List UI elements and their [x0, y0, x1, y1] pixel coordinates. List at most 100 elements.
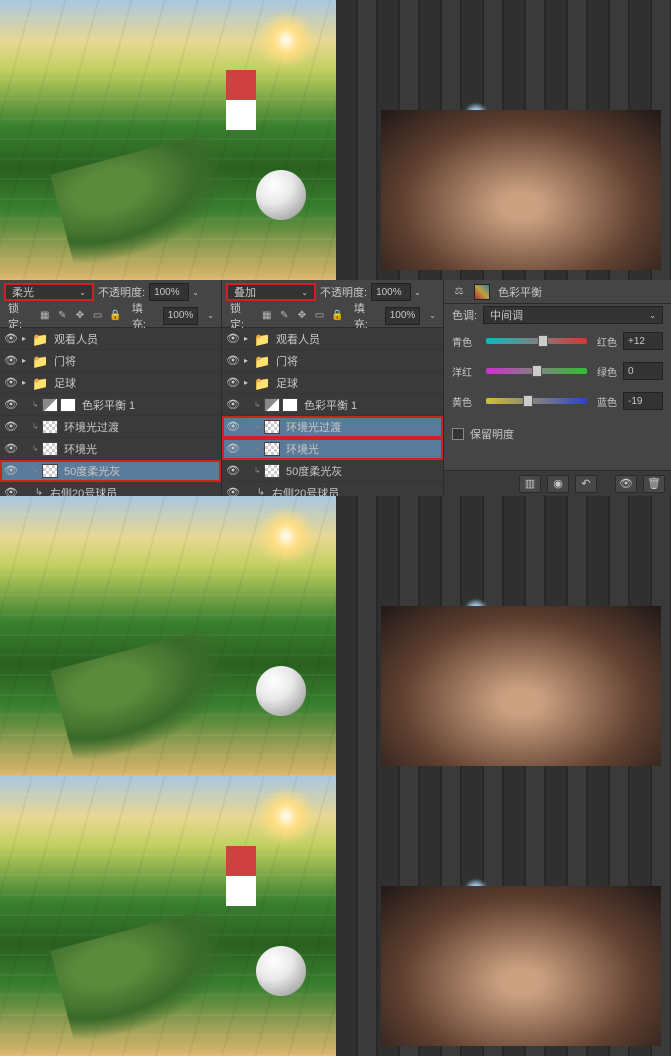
visibility-eye-icon[interactable]: 👁 — [4, 376, 18, 390]
reset-button[interactable]: ↶ — [575, 475, 597, 493]
opacity-input[interactable]: 100% — [371, 283, 411, 301]
chevron-down-icon[interactable]: ⌄ — [204, 311, 217, 320]
layer-name[interactable]: 环境光 — [286, 441, 319, 457]
layer-row[interactable]: 👁▸📁观看人员 — [0, 328, 221, 350]
visibility-eye-icon[interactable]: 👁 — [226, 442, 240, 456]
layer-row[interactable]: 👁↳色彩平衡 1 — [0, 394, 221, 416]
canvas-stadium[interactable] — [0, 0, 336, 280]
preserve-luminosity-checkbox[interactable] — [452, 428, 464, 440]
layer-name[interactable]: 环境光过渡 — [286, 419, 341, 435]
layer-name[interactable]: 右侧20号球员 — [50, 485, 117, 497]
layer-thumbnail[interactable] — [42, 420, 58, 434]
fill-input[interactable]: 100% — [163, 307, 199, 325]
layer-name[interactable]: 50度柔光灰 — [286, 463, 342, 479]
visibility-eye-icon[interactable]: 👁 — [4, 398, 18, 412]
chevron-down-icon[interactable]: ⌄ — [426, 311, 439, 320]
layer-row[interactable]: 👁↳环境光过渡 — [0, 416, 221, 438]
expand-caret-icon[interactable]: ▸ — [244, 334, 254, 343]
lock-transparency-icon[interactable]: ▦ — [39, 309, 51, 323]
lock-move-icon[interactable]: ✥ — [74, 309, 86, 323]
visibility-eye-icon[interactable]: 👁 — [4, 442, 18, 456]
canvas-stadium-bottom[interactable] — [0, 776, 336, 1056]
opacity-input[interactable]: 100% — [149, 283, 189, 301]
chevron-down-icon[interactable]: ⌄ — [189, 288, 202, 297]
visibility-eye-icon[interactable]: 👁 — [4, 420, 18, 434]
layer-row[interactable]: 👁↳环境光过渡 — [222, 416, 443, 438]
lock-artboard-icon[interactable]: ▭ — [314, 309, 326, 323]
expand-caret-icon[interactable]: ▸ — [22, 356, 32, 365]
layer-name[interactable]: 右侧20号球员 — [272, 485, 339, 497]
layer-row[interactable]: 👁↳环境光 — [0, 438, 221, 460]
slider-thumb[interactable] — [538, 335, 548, 347]
toggle-visibility-button[interactable]: 👁 — [615, 475, 637, 493]
canvas-stadium-mid[interactable] — [0, 496, 336, 776]
lock-brush-icon[interactable]: ✎ — [56, 309, 68, 323]
tone-dropdown[interactable]: 中间调 ⌄ — [483, 306, 663, 324]
layer-row[interactable]: 👁▸📁门将 — [0, 350, 221, 372]
layer-row[interactable]: 👁↳50度柔光灰 — [0, 460, 221, 482]
canvas-living-room[interactable] — [336, 0, 671, 280]
canvas-living-room-mid[interactable] — [336, 496, 671, 776]
layer-list[interactable]: 👁▸📁观看人员👁▸📁门将👁▸📁足球👁↳色彩平衡 1👁↳环境光过渡👁↳环境光👁↳5… — [0, 328, 221, 496]
layer-row[interactable]: 👁▸📁足球 — [0, 372, 221, 394]
layer-thumbnail[interactable] — [42, 464, 58, 478]
mask-thumbnail[interactable] — [282, 398, 298, 412]
lock-all-icon[interactable]: 🔒 — [331, 309, 343, 323]
layer-name[interactable]: 门将 — [276, 353, 298, 369]
layer-name[interactable]: 环境光过渡 — [64, 419, 119, 435]
visibility-eye-icon[interactable]: 👁 — [4, 354, 18, 368]
layer-name[interactable]: 足球 — [54, 375, 76, 391]
visibility-eye-icon[interactable]: 👁 — [4, 464, 18, 478]
layer-row[interactable]: 👁▸📁观看人员 — [222, 328, 443, 350]
layer-row[interactable]: 👁↳环境光 — [222, 438, 443, 460]
visibility-eye-icon[interactable]: 👁 — [4, 332, 18, 346]
layer-thumbnail[interactable] — [264, 420, 280, 434]
mask-thumbnail[interactable] — [60, 398, 76, 412]
layer-name[interactable]: 观看人员 — [54, 331, 98, 347]
view-previous-button[interactable]: ◉ — [547, 475, 569, 493]
layer-name[interactable]: 门将 — [54, 353, 76, 369]
expand-caret-icon[interactable]: ▸ — [244, 356, 254, 365]
canvas-living-room-bottom[interactable] — [336, 776, 671, 1056]
layer-thumbnail[interactable] — [42, 398, 58, 412]
slider-value-input[interactable]: 0 — [623, 362, 663, 380]
layer-thumbnail[interactable] — [42, 442, 58, 456]
expand-caret-icon[interactable]: ▸ — [244, 378, 254, 387]
visibility-eye-icon[interactable]: 👁 — [226, 398, 240, 412]
blend-mode-dropdown[interactable]: 叠加 ⌄ — [226, 283, 316, 301]
layer-name[interactable]: 50度柔光灰 — [64, 463, 120, 479]
visibility-eye-icon[interactable]: 👁 — [226, 420, 240, 434]
lock-transparency-icon[interactable]: ▦ — [261, 309, 273, 323]
blend-mode-dropdown[interactable]: 柔光 ⌄ — [4, 283, 94, 301]
slider-value-input[interactable]: -19 — [623, 392, 663, 410]
visibility-eye-icon[interactable]: 👁 — [226, 486, 240, 497]
chevron-down-icon[interactable]: ⌄ — [411, 288, 424, 297]
layer-thumbnail[interactable] — [264, 398, 280, 412]
fill-input[interactable]: 100% — [385, 307, 421, 325]
visibility-eye-icon[interactable]: 👁 — [4, 486, 18, 497]
color-slider[interactable] — [486, 398, 587, 404]
expand-caret-icon[interactable]: ▸ — [22, 378, 32, 387]
layer-row[interactable]: 👁↳右侧20号球员 — [222, 482, 443, 496]
lock-move-icon[interactable]: ✥ — [296, 309, 308, 323]
lock-all-icon[interactable]: 🔒 — [109, 309, 121, 323]
slider-value-input[interactable]: +12 — [623, 332, 663, 350]
color-slider[interactable] — [486, 368, 587, 374]
visibility-eye-icon[interactable]: 👁 — [226, 376, 240, 390]
layer-name[interactable]: 观看人员 — [276, 331, 320, 347]
layer-row[interactable]: 👁↳右侧20号球员 — [0, 482, 221, 496]
layer-name[interactable]: 足球 — [276, 375, 298, 391]
lock-brush-icon[interactable]: ✎ — [278, 309, 290, 323]
expand-caret-icon[interactable]: ▸ — [22, 334, 32, 343]
slider-thumb[interactable] — [532, 365, 542, 377]
lock-artboard-icon[interactable]: ▭ — [92, 309, 104, 323]
color-slider[interactable] — [486, 338, 587, 344]
visibility-eye-icon[interactable]: 👁 — [226, 354, 240, 368]
clip-to-layer-button[interactable]: ▥ — [519, 475, 541, 493]
layer-row[interactable]: 👁▸📁门将 — [222, 350, 443, 372]
layer-name[interactable]: 色彩平衡 1 — [304, 397, 357, 413]
delete-button[interactable]: 🗑 — [643, 475, 665, 493]
layer-row[interactable]: 👁↳色彩平衡 1 — [222, 394, 443, 416]
layer-row[interactable]: 👁↳50度柔光灰 — [222, 460, 443, 482]
visibility-eye-icon[interactable]: 👁 — [226, 464, 240, 478]
